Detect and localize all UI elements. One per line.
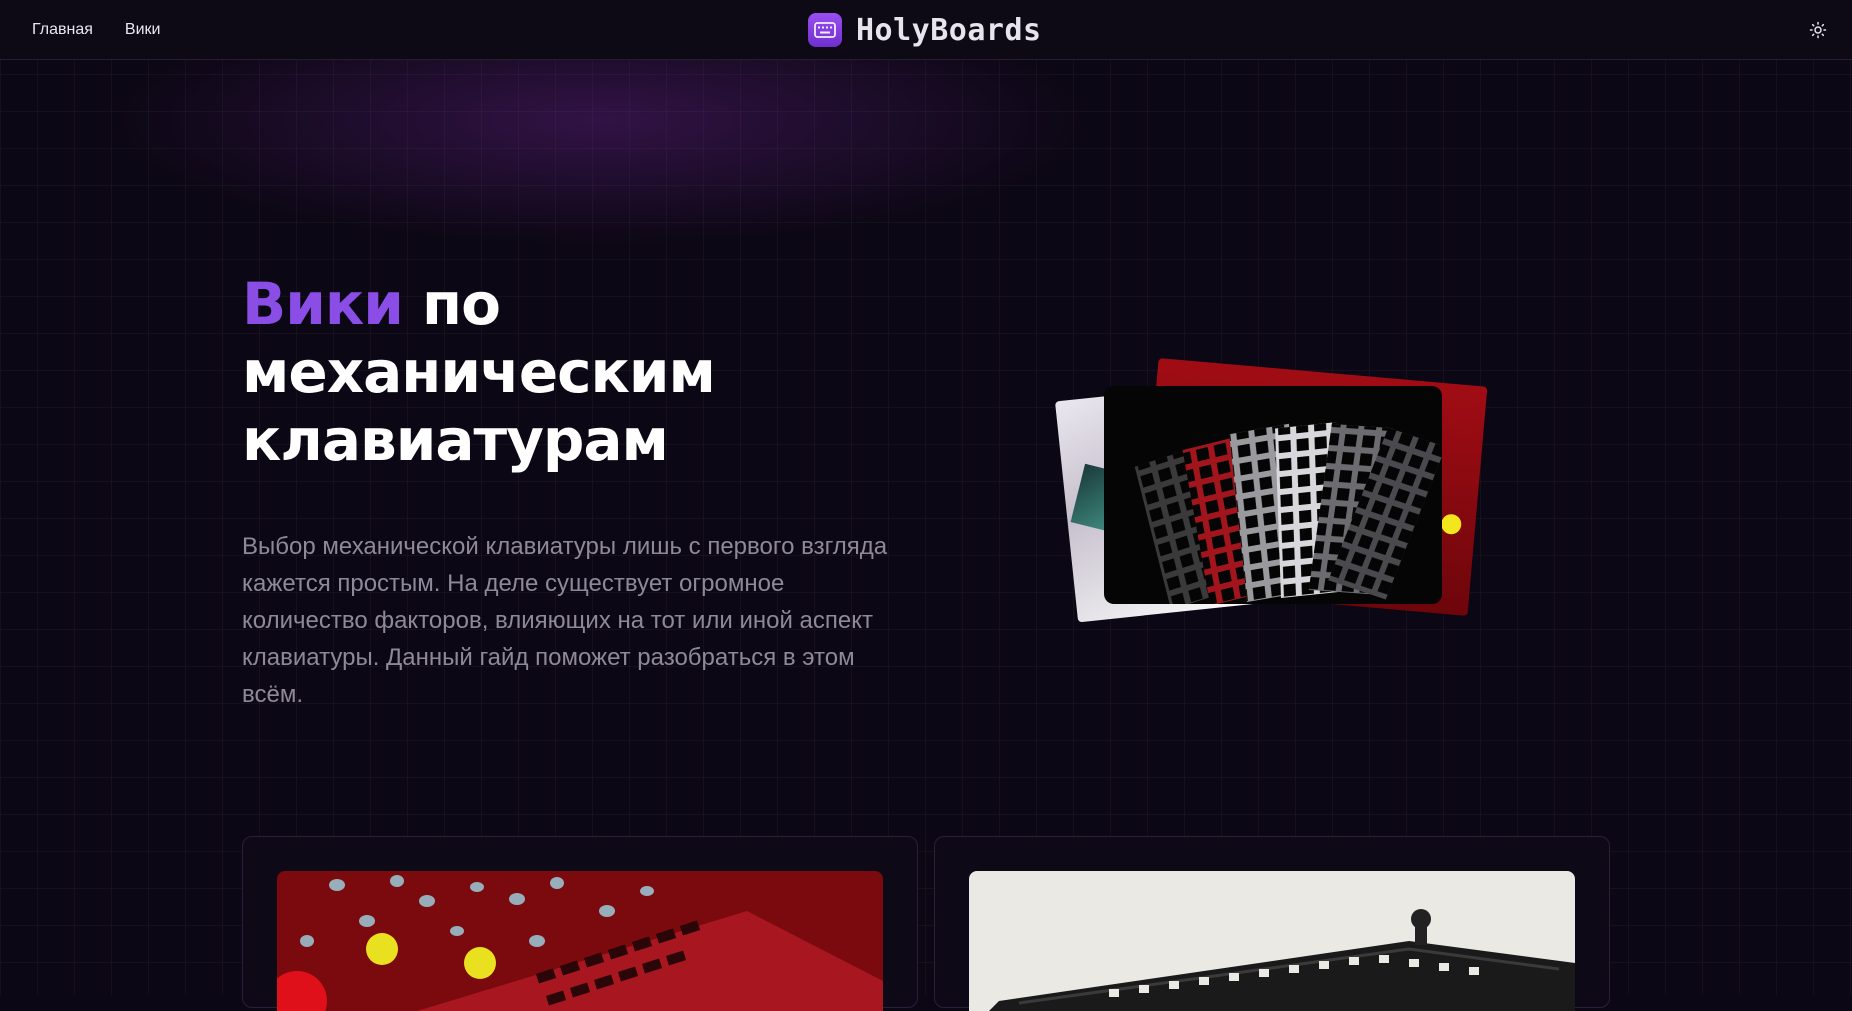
wiki-card[interactable] bbox=[934, 836, 1610, 1011]
sun-icon bbox=[1809, 21, 1827, 39]
top-navbar: Главная Вики HolyBoards bbox=[0, 0, 1852, 60]
wiki-card-image bbox=[277, 871, 883, 1011]
nav-link-home[interactable]: Главная bbox=[32, 21, 93, 39]
wiki-card[interactable] bbox=[242, 836, 918, 1011]
theme-toggle-button[interactable] bbox=[1806, 18, 1830, 42]
wiki-card-image bbox=[969, 871, 1575, 1011]
brand-logo[interactable]: HolyBoards bbox=[808, 12, 1042, 48]
hero-description: Выбор механической клавиатуры лишь с пер… bbox=[242, 533, 888, 708]
hero-title-accent: Вики bbox=[242, 270, 404, 338]
nav-link-wiki[interactable]: Вики bbox=[125, 21, 161, 39]
hero-image-stack bbox=[1054, 358, 1498, 630]
hero-title: Вики по механическим клавиатурам bbox=[242, 270, 862, 474]
keyboard-icon bbox=[808, 13, 842, 47]
hero-image-plates bbox=[1104, 386, 1442, 604]
brand-name: HolyBoards bbox=[856, 12, 1042, 48]
main-nav: Главная Вики bbox=[32, 0, 160, 59]
